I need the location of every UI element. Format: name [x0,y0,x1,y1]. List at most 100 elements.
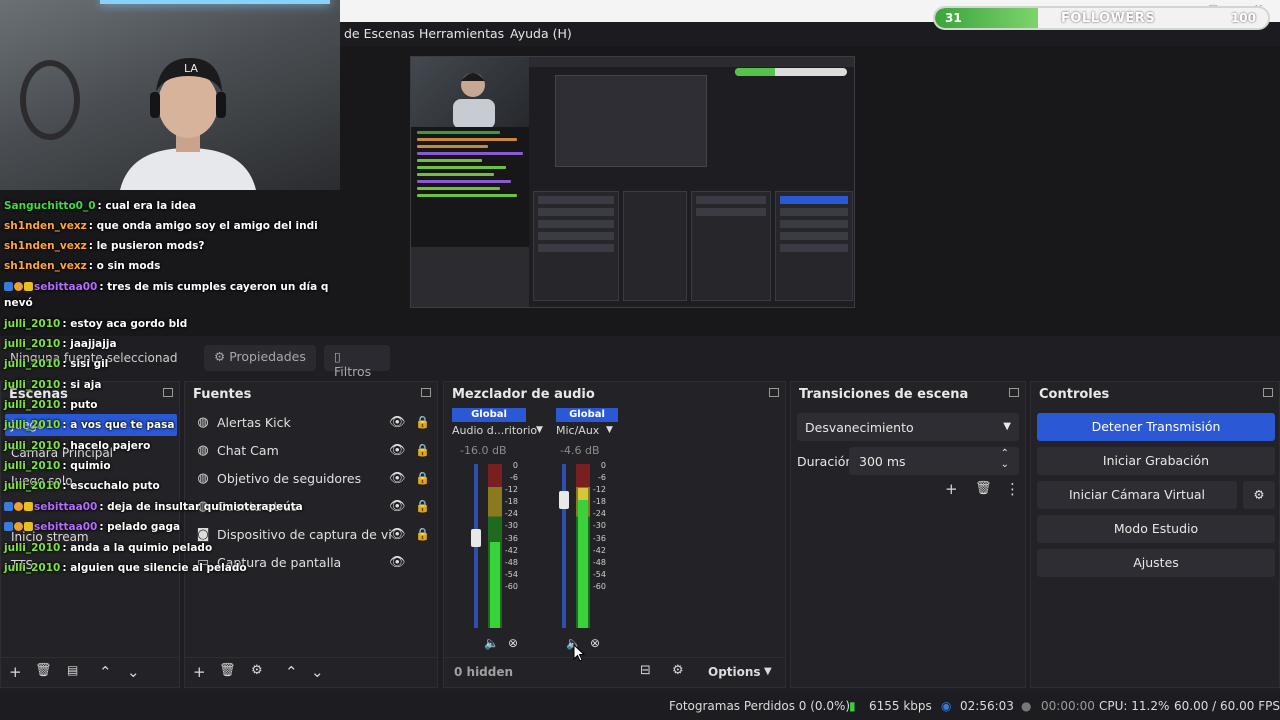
followers-label: FOLLOWERS [1061,11,1156,26]
chat-text: : o sin mods [88,260,161,272]
mixer-options-button[interactable]: Options [708,665,761,679]
arrow-down-icon[interactable]: ⌄ [311,663,324,681]
chat-message: julli_2010: a vos que te pasa [4,419,174,431]
speaker-icon[interactable]: 🔈 [484,636,499,650]
record-timer: 00:00:00 [1041,699,1095,713]
chevron-down-icon[interactable]: ▼ [764,666,772,677]
controls-dock: Controles Detener Transmisión Iniciar Gr… [1030,381,1280,688]
badge-icon [4,502,13,511]
chevron-down-icon[interactable]: ▼ [606,425,613,435]
chat-overlay: Sanguchitto0_0: cual era la idea sh1nden… [0,195,340,580]
lock-icon[interactable]: 🔒 [415,527,430,541]
chat-message: sebittaa00: pelado gaga [4,521,180,533]
arrow-up-icon[interactable]: ⌃ [285,663,298,681]
eye-icon[interactable]: 👁 [389,527,406,542]
more-icon[interactable]: ⋮ [1005,480,1020,498]
chat-username: julli_2010 [4,338,61,350]
badge-icon [14,502,23,511]
studio-mode-button[interactable]: Modo Estudio [1037,515,1275,543]
sources-toolbar: + 🗑 ⚙ ⌃ ⌄ [185,657,437,687]
eye-icon[interactable]: 👁 [389,443,406,458]
broadcast-icon: ◉ [941,699,952,713]
start-recording-button[interactable]: Iniciar Grabación [1037,447,1275,475]
trash-icon[interactable]: 🗑 [219,663,236,678]
start-virtual-camera-button[interactable]: Iniciar Cámara Virtual [1037,481,1237,509]
chat-username: julli_2010 [4,460,61,472]
settings-button[interactable]: Ajustes [1037,549,1275,577]
menu-scene-collection[interactable]: de Escenas [344,26,415,41]
badge-icon [24,282,33,291]
mixer-toolbar: 0 hidden ⊟ ⚙ Options ▼ [444,657,785,687]
filter-icon[interactable]: ▤ [67,663,78,677]
chat-text: : jaajjajja [62,338,117,350]
channel-fader-track[interactable] [562,464,566,628]
chevron-up-icon[interactable]: ⌃ [1001,448,1009,459]
chevron-down-icon[interactable]: ⌄ [1001,459,1009,470]
chat-message: julli_2010: si aja [4,379,102,391]
monitor-off-icon[interactable]: ⊗ [508,636,518,650]
dock-float-icon[interactable] [1263,388,1273,397]
chat-username: sebittaa00 [34,501,98,513]
dock-float-icon[interactable] [421,388,431,397]
channel-name[interactable]: Mic/Aux [556,424,599,437]
lock-icon[interactable]: 🔒 [415,499,430,513]
arrow-up-icon[interactable]: ⌃ [99,663,112,681]
preview-dock-sources [533,191,619,301]
gear-icon[interactable]: ⚙ [672,663,684,678]
layout-icon[interactable]: ⊟ [640,663,651,678]
eye-icon[interactable]: 👁 [389,471,406,486]
chat-username: sebittaa00 [34,521,98,533]
preview-webcam [411,57,529,129]
add-icon[interactable]: + [9,663,22,681]
add-icon[interactable]: + [193,663,206,681]
channel-name[interactable]: Audio d...ritorio [452,424,537,437]
menu-help[interactable]: Ayuda (H) [510,26,572,41]
dock-float-icon[interactable] [1009,388,1019,397]
chat-username: sebittaa00 [34,281,98,293]
chat-text: : que onda amigo soy el amigo del indi [88,220,318,232]
lock-icon[interactable]: 🔒 [415,471,430,485]
dock-float-icon[interactable] [769,388,779,397]
duration-input[interactable]: 300 ms ⌃ ⌄ [849,447,1019,475]
channel-db-scale: 0 -6 -12 -18 -24 -30 -36 -42 -48 -54 -60 [592,461,606,591]
add-icon[interactable]: + [945,480,958,498]
chat-username: julli_2010 [4,480,61,492]
gear-icon[interactable]: ⚙ [251,663,263,678]
chat-text: : deja de insultar quimioterapeuta [99,501,303,513]
webcam-overlay: LA [0,0,340,190]
lock-icon[interactable]: 🔒 [415,443,430,457]
chat-text: : hacelo pajero [62,440,151,452]
chat-message: Sanguchitto0_0: cual era la idea [4,200,196,212]
fps: 60.00 / 60.00 FPS [1174,699,1280,713]
trash-icon[interactable]: 🗑 [975,481,992,496]
menu-tools[interactable]: Herramientas [419,26,504,41]
chat-text: : estoy aca gordo bld [62,318,188,330]
badge-icon [24,522,33,531]
eye-icon[interactable]: 👁 [389,499,406,514]
chat-text: : si aja [62,379,102,391]
channel-db: -16.0 dB [460,444,507,457]
stop-streaming-button[interactable]: Detener Transmisión [1037,413,1275,441]
chevron-down-icon[interactable]: ▼ [536,425,543,435]
chat-username: julli_2010 [4,399,61,411]
eye-icon[interactable]: 👁 [389,415,406,430]
chat-message: julli_2010: puto [4,399,97,411]
duration-label: Duración [797,454,854,469]
chat-message: julli_2010: alguien que silencie al pela… [4,562,247,574]
channel-fader-knob[interactable] [559,491,569,510]
chat-username: julli_2010 [4,379,61,391]
lock-icon[interactable]: 🔒 [415,415,430,429]
virtual-camera-settings-button[interactable]: ⚙ [1243,481,1275,509]
transition-select[interactable]: Desvanecimiento ▼ [797,413,1019,441]
program-preview[interactable] [410,56,855,308]
mixer-channel-desktop: Global Audio d...ritorio ▼ -16.0 dB 0 -6-… [452,408,543,664]
preview-dock-transitions [691,191,771,301]
gear-icon: ⚙ [1253,487,1265,502]
monitor-off-icon[interactable]: ⊗ [590,636,600,650]
chat-username: julli_2010 [4,419,61,431]
mouse-cursor-icon [573,644,585,662]
arrow-down-icon[interactable]: ⌄ [127,663,140,681]
channel-fader-knob[interactable] [471,528,481,547]
eye-icon[interactable]: 👁 [389,555,406,570]
trash-icon[interactable]: 🗑 [35,663,52,678]
